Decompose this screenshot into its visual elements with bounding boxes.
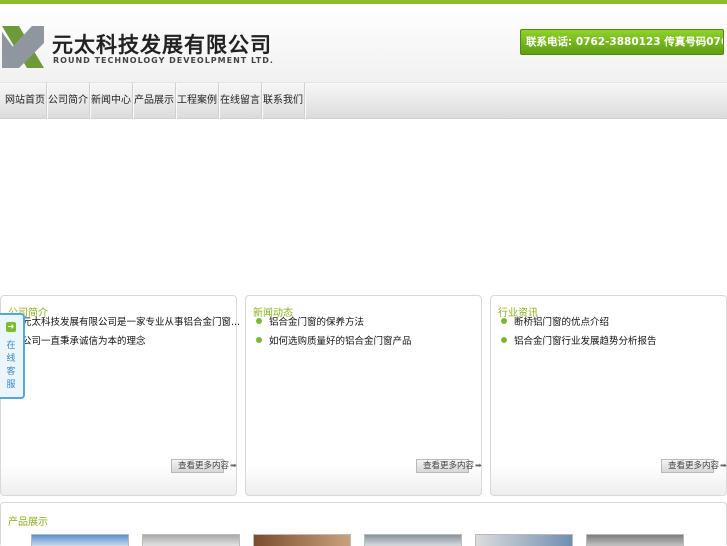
arrow-right-icon: ➡ — [720, 461, 727, 470]
more-button[interactable]: 查看更多内容➡ — [171, 459, 237, 473]
about-panel: 公司简介 元太科技发展有限公司是一家专业从事铝合金门窗... 公司一直秉承诚信为… — [0, 295, 241, 496]
banner-area — [0, 120, 727, 295]
online-service-label: 在线客服 — [6, 341, 16, 390]
bullet-icon — [501, 337, 507, 343]
more-button-label: 查看更多内容 — [668, 461, 720, 471]
nav-item-products[interactable]: 产品展示 — [133, 83, 176, 119]
arrow-right-icon: ➜ — [6, 322, 16, 332]
list-item[interactable]: 铝合金门窗的保养方法 — [256, 314, 364, 328]
list-item[interactable]: 断桥铝门窗的优点介绍 — [501, 314, 609, 328]
products-panel-title: 产品展示 — [8, 517, 48, 528]
industry-panel: 行业资讯 断桥铝门窗的优点介绍 铝合金门窗行业发展趋势分析报告 查看更多内容➡ — [490, 295, 727, 496]
nav-item-contact[interactable]: 联系我们 — [262, 83, 305, 119]
product-thumbnail[interactable] — [364, 534, 462, 546]
product-thumbnail[interactable] — [31, 534, 129, 546]
product-thumbnail[interactable] — [253, 534, 351, 546]
list-item-label: 铝合金门窗的保养方法 — [269, 317, 365, 328]
bullet-icon — [256, 318, 262, 324]
more-button-label: 查看更多内容 — [423, 461, 475, 471]
more-button-label: 查看更多内容 — [178, 461, 230, 471]
list-item-label: 断桥铝门窗的优点介绍 — [514, 317, 610, 328]
list-item-label: 如何选购质量好的铝合金门窗产品 — [269, 336, 412, 347]
bullet-icon — [501, 318, 507, 324]
company-logo-icon[interactable] — [2, 26, 44, 68]
arrow-right-icon: ➡ — [230, 461, 237, 470]
products-panel: 产品展示 — [0, 502, 727, 546]
bullet-icon — [256, 337, 262, 343]
more-button[interactable]: 查看更多内容➡ — [416, 459, 482, 473]
nav-item-about[interactable]: 公司简介 — [47, 83, 90, 119]
more-button[interactable]: 查看更多内容➡ — [661, 459, 727, 473]
nav-item-message[interactable]: 在线留言 — [219, 83, 262, 119]
product-thumbnail[interactable] — [475, 534, 573, 546]
site-header: 元太科技发展有限公司 ROUND TECHNOLOGY DEVEOLPMENT … — [0, 4, 727, 82]
online-service-tab[interactable]: ➜ 在线客服 — [0, 313, 25, 399]
contact-phone-badge: 联系电话: 0762-3880123 传真号码0762-3385688 — [520, 29, 724, 55]
product-thumbnail[interactable] — [586, 534, 684, 546]
company-name-en: ROUND TECHNOLOGY DEVEOLPMENT LTD. — [53, 56, 274, 65]
main-nav: 网站首页 公司简介 新闻中心 产品展示 工程案例 在线留言 联系我们 — [0, 82, 727, 119]
company-name-cn: 元太科技发展有限公司 — [52, 33, 272, 57]
about-text-line: 元太科技发展有限公司是一家专业从事铝合金门窗... — [22, 317, 241, 328]
nav-item-news[interactable]: 新闻中心 — [90, 83, 133, 119]
list-item[interactable]: 如何选购质量好的铝合金门窗产品 — [256, 333, 412, 347]
list-item-label: 铝合金门窗行业发展趋势分析报告 — [514, 336, 657, 347]
product-thumbnail[interactable] — [142, 534, 240, 546]
list-item[interactable]: 铝合金门窗行业发展趋势分析报告 — [501, 333, 657, 347]
about-text-line: 公司一直秉承诚信为本的理念 — [22, 336, 146, 347]
arrow-right-icon: ➡ — [475, 461, 482, 470]
nav-item-home[interactable]: 网站首页 — [4, 83, 47, 119]
news-panel: 新闻动态 铝合金门窗的保养方法 如何选购质量好的铝合金门窗产品 查看更多内容➡ — [245, 295, 482, 496]
nav-item-cases[interactable]: 工程案例 — [176, 83, 219, 119]
